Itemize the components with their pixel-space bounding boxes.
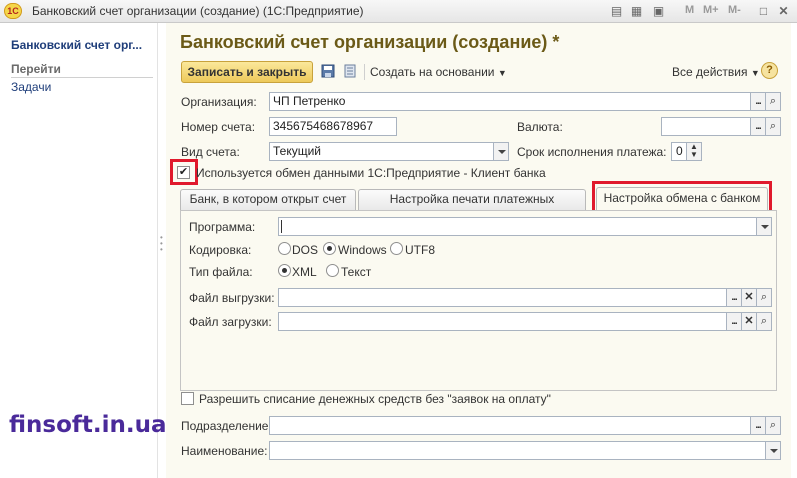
radio-text-label[interactable]: Текст xyxy=(341,265,371,279)
memory-button-m-minus[interactable]: M- xyxy=(728,4,741,16)
name-label: Наименование: xyxy=(181,444,268,458)
select-button[interactable]: ... xyxy=(727,312,742,331)
currency-label: Валюта: xyxy=(517,120,563,134)
program-label: Программа: xyxy=(189,220,256,234)
organization-field[interactable]: ЧП Петренко xyxy=(269,92,751,111)
document-list-icon[interactable] xyxy=(343,64,357,78)
account-number-label: Номер счета: xyxy=(181,120,256,134)
all-actions-menu[interactable]: Все действия ▼ xyxy=(672,65,760,79)
payment-term-label: Срок исполнения платежа: xyxy=(517,145,667,159)
window-title: Банковский счет организации (создание) (… xyxy=(32,4,364,18)
program-select[interactable] xyxy=(278,217,757,236)
allow-debit-checkbox[interactable] xyxy=(181,392,194,405)
select-button[interactable]: ... xyxy=(751,117,766,136)
spinner-stepper[interactable]: ▲ ▼ xyxy=(687,142,702,161)
radio-utf8[interactable] xyxy=(390,242,403,255)
account-type-label: Вид счета: xyxy=(181,145,240,159)
select-button[interactable]: ... xyxy=(751,416,766,435)
radio-windows-label[interactable]: Windows xyxy=(338,243,387,257)
clear-icon[interactable]: ✕ xyxy=(742,312,757,331)
tab-bank[interactable]: Банк, в котором открыт счет xyxy=(180,189,356,210)
toolbar-separator xyxy=(364,64,365,80)
encoding-label: Кодировка: xyxy=(189,243,252,257)
radio-dos-label[interactable]: DOS xyxy=(292,243,318,257)
export-file-label: Файл выгрузки: xyxy=(189,291,275,305)
account-type-select[interactable]: Текущий xyxy=(269,142,494,161)
division-field[interactable] xyxy=(269,416,751,435)
chevron-down-icon[interactable] xyxy=(757,217,772,236)
search-icon[interactable]: ⌕ xyxy=(766,92,781,111)
import-file-field[interactable] xyxy=(278,312,727,331)
memory-button-m-plus[interactable]: M+ xyxy=(703,4,719,16)
navigation-panel: Банковский счет орг... Перейти Задачи xyxy=(0,23,158,478)
all-actions-label: Все действия xyxy=(672,65,748,79)
calculator-icon[interactable]: ▦ xyxy=(629,4,644,19)
close-icon[interactable]: ✕ xyxy=(776,4,791,19)
radio-windows[interactable] xyxy=(323,242,336,255)
create-based-on-label: Создать на основании xyxy=(370,65,495,79)
save-and-close-button[interactable]: Записать и закрыть xyxy=(181,61,313,83)
tab-panel-bank-exchange: Программа: Кодировка: DOS Windows UTF8 Т… xyxy=(180,210,777,391)
form-area: Банковский счет организации (создание) *… xyxy=(166,23,791,478)
chevron-down-icon: ▼ xyxy=(497,68,507,78)
division-label: Подразделение: xyxy=(181,419,272,433)
organization-label: Организация: xyxy=(181,95,257,109)
payment-term-field[interactable]: 0 xyxy=(671,142,687,161)
radio-text[interactable] xyxy=(326,264,339,277)
import-file-label: Файл загрузки: xyxy=(189,315,272,329)
nav-section-goto: Перейти xyxy=(11,62,153,78)
select-button[interactable]: ... xyxy=(727,288,742,307)
filetype-label: Тип файла: xyxy=(189,265,253,279)
save-icon[interactable]: ▤ xyxy=(609,4,624,19)
exchange-checkbox[interactable]: ✔ xyxy=(177,166,190,179)
create-based-on-menu[interactable]: Создать на основании ▼ xyxy=(370,65,507,79)
maximize-icon[interactable]: □ xyxy=(756,4,771,19)
chevron-down-icon: ▼ xyxy=(750,68,760,78)
nav-panel-title: Банковский счет орг... xyxy=(11,38,143,52)
export-file-field[interactable] xyxy=(278,288,727,307)
memory-button-m[interactable]: M xyxy=(685,4,694,16)
name-select[interactable] xyxy=(269,441,766,460)
chevron-down-icon[interactable] xyxy=(766,441,781,460)
select-button[interactable]: ... xyxy=(751,92,766,111)
app-logo-icon[interactable]: 1С xyxy=(4,3,22,19)
text-cursor xyxy=(281,220,282,233)
clear-icon[interactable]: ✕ xyxy=(742,288,757,307)
radio-xml-label[interactable]: XML xyxy=(292,265,317,279)
exchange-checkbox-label[interactable]: Используется обмен данными 1С:Предприяти… xyxy=(196,166,546,180)
page-title: Банковский счет организации (создание) * xyxy=(180,32,560,52)
radio-dos[interactable] xyxy=(278,242,291,255)
panel-resize-handle[interactable]: • • • xyxy=(160,234,164,254)
allow-debit-label[interactable]: Разрешить списание денежных средств без … xyxy=(199,392,551,406)
search-icon[interactable]: ⌕ xyxy=(766,416,781,435)
calendar-icon[interactable]: ▣ xyxy=(651,4,666,19)
nav-link-tasks[interactable]: Задачи xyxy=(11,80,51,94)
window-title-bar: 1С Банковский счет организации (создание… xyxy=(0,0,797,23)
watermark: finsoft.in.ua xyxy=(9,412,167,438)
save-icon[interactable] xyxy=(321,64,335,78)
form-toolbar: Записать и закрыть Создать на основании … xyxy=(166,59,791,87)
search-icon[interactable]: ⌕ xyxy=(757,312,772,331)
tab-print-settings[interactable]: Настройка печати платежных поручений xyxy=(358,189,586,225)
chevron-down-icon[interactable] xyxy=(494,142,509,161)
radio-xml[interactable] xyxy=(278,264,291,277)
search-icon[interactable]: ⌕ xyxy=(757,288,772,307)
account-number-field[interactable]: 345675468678967 xyxy=(269,117,397,136)
help-button[interactable]: ? xyxy=(761,62,778,79)
search-icon[interactable]: ⌕ xyxy=(766,117,781,136)
currency-field[interactable] xyxy=(661,117,751,136)
radio-utf8-label[interactable]: UTF8 xyxy=(405,243,435,257)
